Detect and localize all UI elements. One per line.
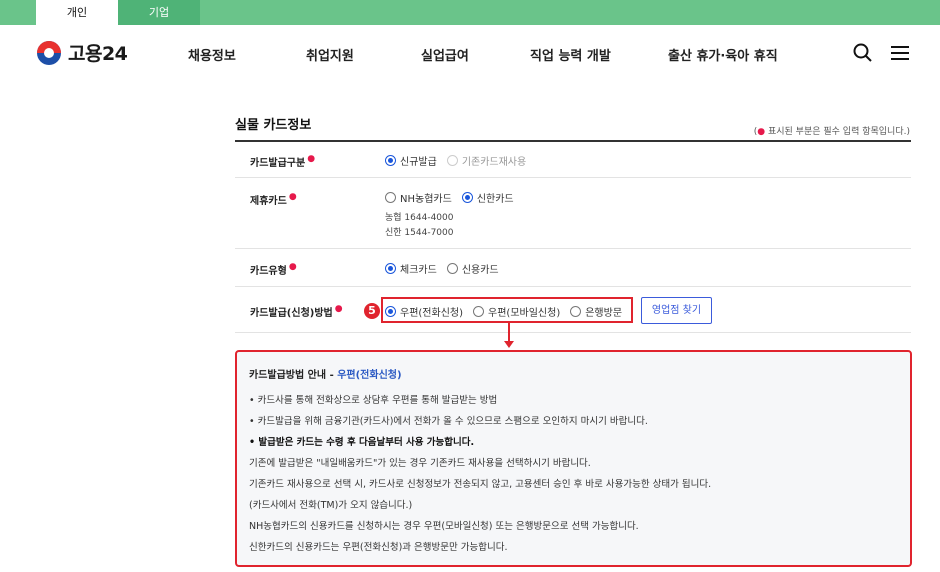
site-header: 고용24 채용정보 취업지원 실업급여 직업 능력 개발 출산 휴가·육아 휴직 bbox=[0, 25, 940, 85]
tab-enterprise[interactable]: 기업 bbox=[118, 0, 200, 25]
guide-title: 카드발급방법 안내 - 우편(전화신청) bbox=[249, 370, 402, 381]
required-mark: ● bbox=[334, 304, 343, 314]
radio-checked-icon bbox=[385, 263, 396, 274]
nav-maternity-parental-leave[interactable]: 출산 휴가·육아 휴직 bbox=[668, 45, 778, 64]
site-logo[interactable]: 고용24 bbox=[36, 39, 128, 66]
required-mark: ● bbox=[288, 192, 297, 202]
card-type-label: 카드유형 ● bbox=[250, 262, 297, 277]
nav-unemployment-benefit[interactable]: 실업급여 bbox=[421, 45, 469, 64]
radio-disabled-icon bbox=[446, 155, 458, 166]
guide-line: • 발급받은 카드는 수령 후 다음날부터 사용 가능합니다. bbox=[249, 437, 475, 448]
radio-shinhan-card[interactable]: 신한카드 bbox=[461, 190, 514, 205]
guide-line: 기존에 발급받은 "내일배움카드"가 있는 경우 기존카드 재사용을 선택하시기… bbox=[249, 458, 591, 469]
partner-card-options: NH농협카드 신한카드 bbox=[385, 190, 524, 205]
nav-vocational-training[interactable]: 직업 능력 개발 bbox=[530, 45, 611, 64]
radio-checked-icon bbox=[461, 192, 473, 203]
logo-mark-icon bbox=[36, 40, 62, 66]
highlight-box bbox=[381, 297, 633, 323]
guide-line: 기존카드 재사용으로 선택 시, 카드사로 신청정보가 전송되지 않고, 고용센… bbox=[249, 479, 712, 490]
row-card-type: 카드유형 ● 체크카드 신용카드 bbox=[235, 249, 911, 287]
partner-card-label: 제휴카드 ● bbox=[250, 192, 297, 207]
menu-icon[interactable] bbox=[888, 41, 912, 65]
radio-reuse-card: 기존카드재사용 bbox=[446, 153, 526, 168]
step-badge: 5 bbox=[364, 303, 380, 319]
guide-line: (카드사에서 전화(TM)가 오지 않습니다.) bbox=[249, 500, 413, 511]
required-mark: ● bbox=[288, 262, 297, 272]
nav-employment-support[interactable]: 취업지원 bbox=[306, 45, 354, 64]
radio-new-issue[interactable]: 신규발급 bbox=[385, 153, 437, 168]
arrow-down-icon bbox=[504, 341, 514, 348]
issue-method-guide: 카드발급방법 안내 - 우편(전화신청) • 카드사를 통해 전화상으로 상담후… bbox=[235, 350, 912, 567]
radio-check-card[interactable]: 체크카드 bbox=[385, 261, 437, 276]
radio-unchecked-icon bbox=[385, 192, 396, 203]
nav-jobs[interactable]: 채용정보 bbox=[188, 45, 236, 64]
guide-line: 신한카드의 신용카드는 우편(전화신청)과 은행방문만 가능합니다. bbox=[249, 542, 508, 553]
issue-type-options: 신규발급 기존카드재사용 bbox=[385, 153, 536, 168]
issue-type-label: 카드발급구분 ● bbox=[250, 154, 316, 169]
issue-method-label: 카드발급(신청)방법 ● bbox=[250, 304, 343, 319]
page-title: 실물 카드정보 bbox=[235, 118, 312, 133]
radio-nh-card[interactable]: NH농협카드 bbox=[385, 190, 452, 205]
radio-unchecked-icon bbox=[446, 263, 458, 274]
search-icon[interactable] bbox=[851, 41, 875, 65]
guide-line: NH농협카드의 신용카드를 신청하시는 경우 우편(모바일신청) 또는 은행방문… bbox=[249, 521, 639, 532]
required-note: (● 표시된 부분은 필수 입력 항목입니다.) bbox=[753, 127, 910, 137]
radio-checked-icon bbox=[385, 155, 396, 166]
top-bar: 개인 기업 bbox=[0, 0, 940, 25]
nh-phone: 농협 1644-4000 bbox=[385, 213, 454, 223]
shinhan-phone: 신한 1544-7000 bbox=[385, 228, 454, 238]
required-mark: ● bbox=[307, 154, 316, 164]
row-partner-card: 제휴카드 ● NH농협카드 신한카드 농협 1644-4000 신한 1544-7… bbox=[235, 178, 911, 249]
tab-personal[interactable]: 개인 bbox=[36, 0, 118, 25]
radio-credit-card[interactable]: 신용카드 bbox=[446, 261, 499, 276]
find-branch-button[interactable]: 영업점 찾기 bbox=[641, 297, 712, 324]
logo-text: 고용24 bbox=[68, 43, 128, 65]
row-issue-type: 카드발급구분 ● 신규발급 기존카드재사용 bbox=[235, 142, 911, 178]
required-dot: ● bbox=[757, 127, 766, 137]
card-type-options: 체크카드 신용카드 bbox=[385, 261, 509, 276]
guide-line: • 카드사를 통해 전화상으로 상담후 우편를 통해 발급받는 방법 bbox=[249, 395, 498, 406]
annotation-arrow-line bbox=[508, 323, 510, 343]
guide-title-highlight: 우편(전화신청) bbox=[337, 370, 402, 381]
guide-line: • 카드발급을 위해 금융기관(카드사)에서 전화가 올 수 있으므로 스팸으로… bbox=[249, 416, 648, 427]
